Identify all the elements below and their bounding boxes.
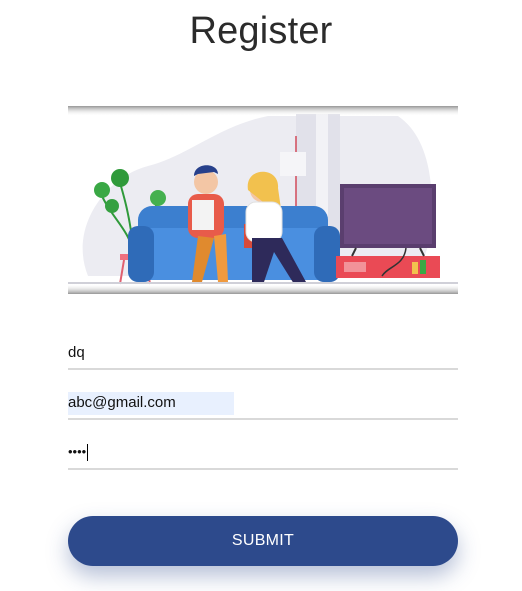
email-input[interactable] [68,388,458,416]
page-title: Register [189,10,333,52]
email-field[interactable] [68,388,458,420]
password-input[interactable]: •••• [68,443,89,462]
password-mask: •••• [68,444,87,459]
name-field[interactable] [68,338,458,370]
text-caret [87,444,89,462]
password-field[interactable]: •••• [68,438,458,470]
name-input[interactable] [68,338,458,366]
register-page: Register dq abc@gmail.com •••• SUBMIT [0,0,522,591]
submit-button[interactable]: SUBMIT [68,516,458,566]
hero-illustration [68,106,458,294]
